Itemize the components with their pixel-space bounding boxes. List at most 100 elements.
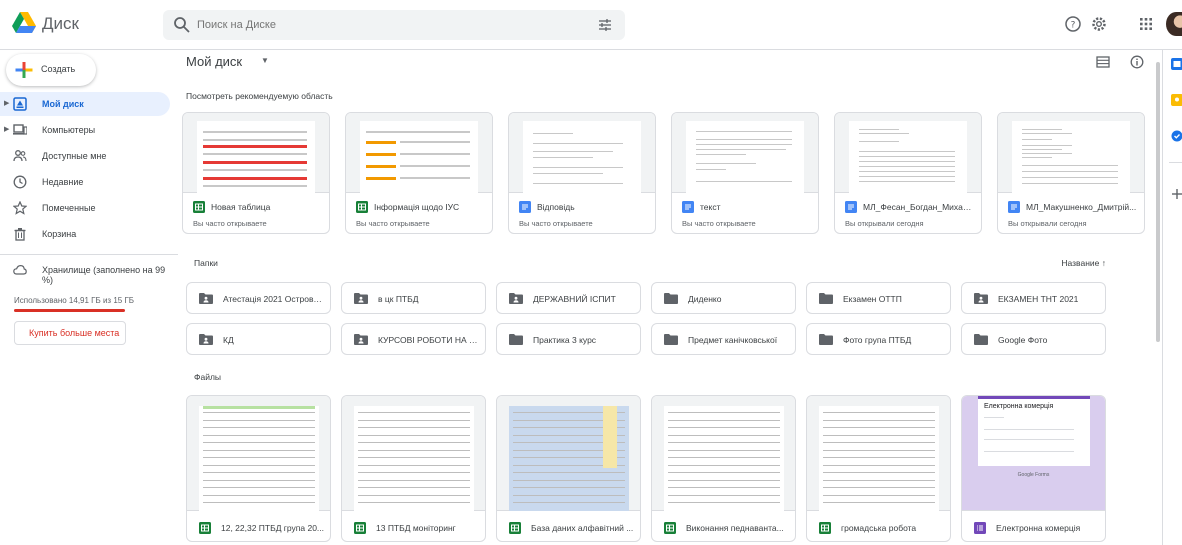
buy-storage-button[interactable]: Купить больше места [14,321,126,345]
search-input[interactable] [197,15,577,35]
vertical-scrollbar[interactable] [1154,50,1162,545]
grid-line [358,449,470,451]
file-card[interactable]: Електронна комерція Google Forms Електронн… [961,395,1106,542]
folder-card[interactable]: Google Фото [961,323,1106,355]
file-thumbnail [998,113,1144,193]
folder-card[interactable]: КУРСОВІ РОБОТИ НА М... [341,323,486,355]
help-icon[interactable]: ? [1064,15,1082,33]
quick-access-card[interactable]: Новая таблица Вы часто открываете [182,112,330,234]
folder-card[interactable]: ДЕРЖАВНИЙ ІСПИТ [496,282,641,314]
file-card[interactable]: 12, 22,32 ПТБД група 20... [186,395,331,542]
grid-line [358,487,470,488]
sidebar-item-my-drive[interactable]: ▶ Мой диск [0,92,170,116]
sidebar-item-starred[interactable]: Помеченные [0,196,170,220]
folders-section-title: Папки [194,258,218,268]
folder-name: КУРСОВІ РОБОТИ НА М... [378,335,480,345]
quick-access-card[interactable]: МЛ_Макушненко_Дмитрій... Вы открывали се… [997,112,1145,234]
list-view-icon[interactable] [1096,55,1110,69]
breadcrumb-my-drive[interactable]: Мой диск [186,54,242,69]
search-icon[interactable] [173,16,191,34]
add-addon-icon[interactable] [1171,188,1182,200]
quick-access-card[interactable]: текст Вы часто открываете [671,112,819,234]
folder-name: КД [223,335,234,345]
forms-icon [974,522,986,534]
info-icon[interactable] [1130,55,1144,69]
create-button[interactable]: Создать [6,54,96,86]
grid-line [203,479,315,481]
folder-card[interactable]: КД [186,323,331,355]
spreadsheet-preview [819,406,939,511]
shared-people-icon [13,150,27,162]
sheets-icon [664,522,676,534]
drive-logo-icon[interactable] [12,12,36,34]
breadcrumb-dropdown-icon[interactable]: ▼ [261,56,269,65]
spreadsheet-preview [509,406,629,511]
grid-line [358,457,470,458]
form-preview: Електронна комерція [978,396,1090,466]
sheets-icon [819,522,831,534]
sort-label: Название [1061,258,1100,268]
plus-icon [15,62,33,78]
folder-card[interactable]: ЕКЗАМЕН ТНТ 2021 [961,282,1106,314]
quick-access-card[interactable]: Відповідь Вы часто открываете [508,112,656,234]
folder-card[interactable]: Практика 3 курс [496,323,641,355]
keep-icon[interactable] [1171,94,1182,106]
grid-line [823,464,935,466]
sheets-icon [193,201,205,213]
quick-access-reason: Вы открывали сегодня [845,219,924,228]
account-avatar[interactable] [1166,12,1182,36]
file-name: 13 ПТБД моніторинг [376,523,456,533]
tasks-icon[interactable] [1171,130,1182,142]
grid-line [823,427,935,428]
quick-access-reason: Вы часто открываете [356,219,430,228]
docs-icon [1008,201,1020,213]
file-thumbnail [346,113,492,193]
create-button-label: Создать [41,64,76,74]
sidebar-item-trash[interactable]: Корзина [0,222,170,246]
grid-line [513,502,625,503]
quick-access-name: Відповідь [537,202,575,212]
app-title[interactable]: Диск [42,14,79,34]
folder-card[interactable]: в цк ПТБД [341,282,486,314]
grid-line [203,434,315,436]
search-options-icon[interactable] [597,17,613,33]
calendar-icon[interactable] [1171,58,1182,70]
folder-card[interactable]: Атестація 2021 Острове... [186,282,331,314]
expand-caret-icon[interactable]: ▶ [4,125,9,133]
settings-gear-icon[interactable] [1090,15,1108,33]
spreadsheet-preview [354,406,474,511]
sidebar-item-recent[interactable]: Недавние [0,170,170,194]
grid-line [668,494,780,496]
expand-caret-icon[interactable]: ▶ [4,99,9,107]
sidebar-divider [0,254,178,255]
thumbnail-page [360,121,478,193]
scrollbar-thumb[interactable] [1156,62,1160,342]
form-field-line [984,451,1074,452]
folder-card[interactable]: Предмет канічковської [651,323,796,355]
sidebar-item-storage[interactable]: Хранилище (заполнено на 99 %) [0,258,170,285]
my-drive-icon [13,97,27,111]
sort-by-name-button[interactable]: Название ↑ [1061,258,1106,268]
trash-icon [14,228,26,241]
search-bar[interactable] [163,10,625,40]
file-name: База даних алфавітний ... [531,523,634,533]
file-card[interactable]: громадська робота [806,395,951,542]
quick-access-card[interactable]: МЛ_Фесан_Богдан_Михайл... Вы открывали с… [834,112,982,234]
sidebar-item-computers[interactable]: ▶ Компьютеры [0,118,170,142]
column-highlight [603,406,617,468]
file-thumbnail [497,396,640,511]
file-card[interactable]: База даних алфавітний ... [496,395,641,542]
grid-line [668,449,780,451]
folder-card[interactable]: Фото група ПТБД [806,323,951,355]
side-panel-bar [1162,50,1182,545]
file-card[interactable]: Виконання педнаванта... [651,395,796,542]
folder-card[interactable]: Екзамен ОТТП [806,282,951,314]
file-card[interactable]: 13 ПТБД моніторинг [341,395,486,542]
folder-card[interactable]: Диденко [651,282,796,314]
quick-access-reason: Вы часто открываете [519,219,593,228]
grid-line [358,434,470,436]
sidebar-item-shared[interactable]: Доступные мне [0,144,170,168]
docs-icon [845,201,857,213]
apps-grid-icon[interactable] [1137,15,1155,33]
quick-access-card[interactable]: Інформація щодо ІУС Вы часто открываете [345,112,493,234]
